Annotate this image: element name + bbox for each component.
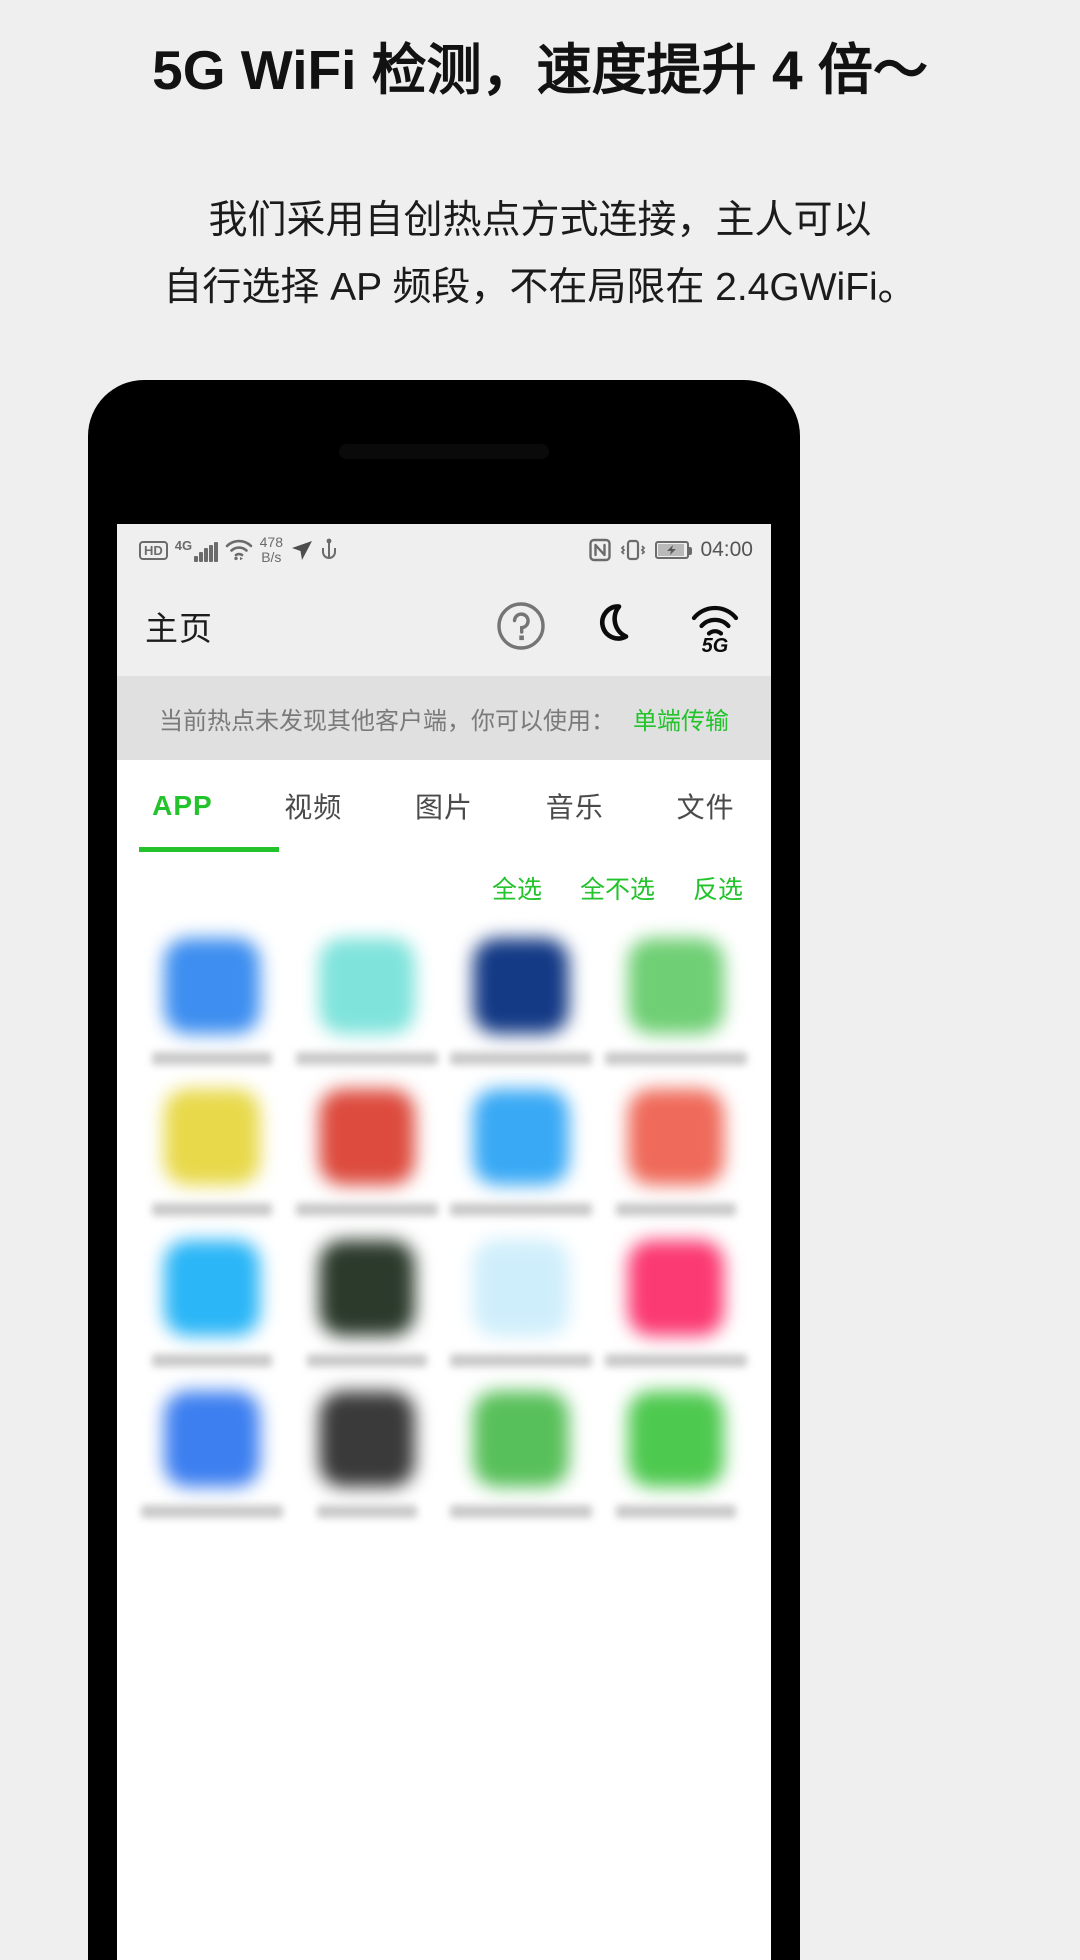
app-grid-item[interactable] [290,1089,445,1216]
app-name-label [141,1505,284,1518]
app-bar: 主页 5G [117,576,771,676]
app-icon [164,1391,261,1487]
app-bar-actions: 5G [495,598,743,654]
deselect-all-button[interactable]: 全不选 [580,870,655,906]
app-grid-item[interactable] [135,1240,290,1367]
app-grid-item[interactable] [444,1089,599,1216]
network-speed-unit: B/s [261,549,282,565]
select-all-button[interactable]: 全选 [492,870,542,906]
app-icon [318,938,415,1034]
promo-subtitle-line-2: 自行选择 AP 频段，不在局限在 2.4GWiFi。 [163,265,917,309]
app-name-label [306,1354,427,1367]
app-icon [627,1391,724,1487]
hotspot-notice-text: 当前热点未发现其他客户端，你可以使用： [159,707,615,735]
wifi-5g-label: 5G [702,635,729,654]
content-tabs: APP 视频 图片 音乐 文件 [117,760,771,852]
promo-subtitle: 我们采用自创热点方式连接，主人可以 自行选择 AP 频段，不在局限在 2.4GW… [0,187,1080,321]
moon-icon[interactable] [591,600,643,652]
app-name-label [615,1203,736,1216]
hd-icon: HD [139,540,168,560]
app-grid-item[interactable] [135,1391,290,1518]
nfc-icon [589,538,612,562]
app-name-label [450,1052,593,1065]
app-name-label [295,1052,438,1065]
app-grid-item[interactable] [599,938,754,1065]
app-name-label [295,1203,438,1216]
help-icon[interactable] [495,600,547,652]
app-icon [627,938,724,1034]
app-grid-item[interactable] [290,1391,445,1518]
app-grid-item[interactable] [599,1089,754,1216]
status-bar-right: 04:00 [589,538,753,562]
app-name-label [152,1203,273,1216]
vibrate-icon [619,538,647,562]
app-grid-item[interactable] [290,938,445,1065]
app-icon [318,1240,415,1336]
network-type-label: 4G [174,537,193,553]
tab-music[interactable]: 音乐 [509,786,640,826]
app-grid-item[interactable] [444,938,599,1065]
wifi-5g-icon[interactable]: 5G [687,598,743,654]
app-name-label [316,1505,417,1518]
page-title: 5G WiFi 检测，速度提升 4 倍～ [152,39,928,101]
app-grid-item[interactable] [135,938,290,1065]
app-grid-item[interactable] [599,1240,754,1367]
app-icon [164,938,261,1034]
status-bar-clock: 04:00 [700,538,753,561]
phone-mockup: HD 4G 478 B/s 04:00 主页 5G 当前热点未发现其他客户端，你… [88,380,800,1960]
network-speed-value: 478 [259,534,283,551]
phone-screen: HD 4G 478 B/s 04:00 主页 5G 当前热点未发现其他客户端，你… [117,524,771,1960]
app-name-label [450,1505,593,1518]
signal-bars-icon: 4G [175,539,218,562]
app-icon [473,1391,570,1487]
app-icon [164,1240,261,1336]
app-grid-item[interactable] [290,1240,445,1367]
app-icon [473,938,570,1034]
app-grid [117,924,771,1518]
tab-video[interactable]: 视频 [248,786,379,826]
app-icon [318,1089,415,1185]
app-name-label [604,1052,747,1065]
wifi-icon [225,539,253,561]
network-speed: 478 B/s [260,535,283,564]
app-icon [164,1089,261,1185]
app-name-label [604,1354,747,1367]
app-icon [473,1089,570,1185]
battery-charging-icon [655,541,693,559]
app-icon [627,1240,724,1336]
app-grid-item[interactable] [444,1240,599,1367]
app-bar-title: 主页 [145,610,213,647]
phone-speaker [339,444,549,459]
promo-subtitle-line-1: 我们采用自创热点方式连接，主人可以 [208,198,872,242]
location-arrow-icon [290,538,314,562]
app-icon [318,1391,415,1487]
app-name-label [450,1354,593,1367]
invert-selection-button[interactable]: 反选 [693,870,743,906]
tab-file[interactable]: 文件 [640,786,771,826]
promo-header: 5G WiFi 检测，速度提升 4 倍～ 我们采用自创热点方式连接，主人可以 自… [0,0,1080,321]
single-end-transfer-link[interactable]: 单端传输 [633,701,729,736]
app-grid-item[interactable] [135,1089,290,1216]
hotspot-notice-bar: 当前热点未发现其他客户端，你可以使用： 单端传输 [117,676,771,760]
app-icon [473,1240,570,1336]
usb-icon [321,538,337,562]
app-icon [627,1089,724,1185]
app-name-label [615,1505,736,1518]
app-name-label [450,1203,593,1216]
app-name-label [152,1052,273,1065]
tab-image[interactable]: 图片 [379,786,510,826]
tab-app[interactable]: APP [117,790,248,822]
signal-bars-glyph [194,541,218,562]
status-bar: HD 4G 478 B/s 04:00 [117,524,771,576]
status-bar-left: HD 4G 478 B/s [139,535,589,564]
tab-active-indicator [139,847,279,852]
app-grid-item[interactable] [599,1391,754,1518]
app-grid-item[interactable] [444,1391,599,1518]
selection-action-bar: 全选 全不选 反选 [117,852,771,924]
app-name-label [152,1354,273,1367]
